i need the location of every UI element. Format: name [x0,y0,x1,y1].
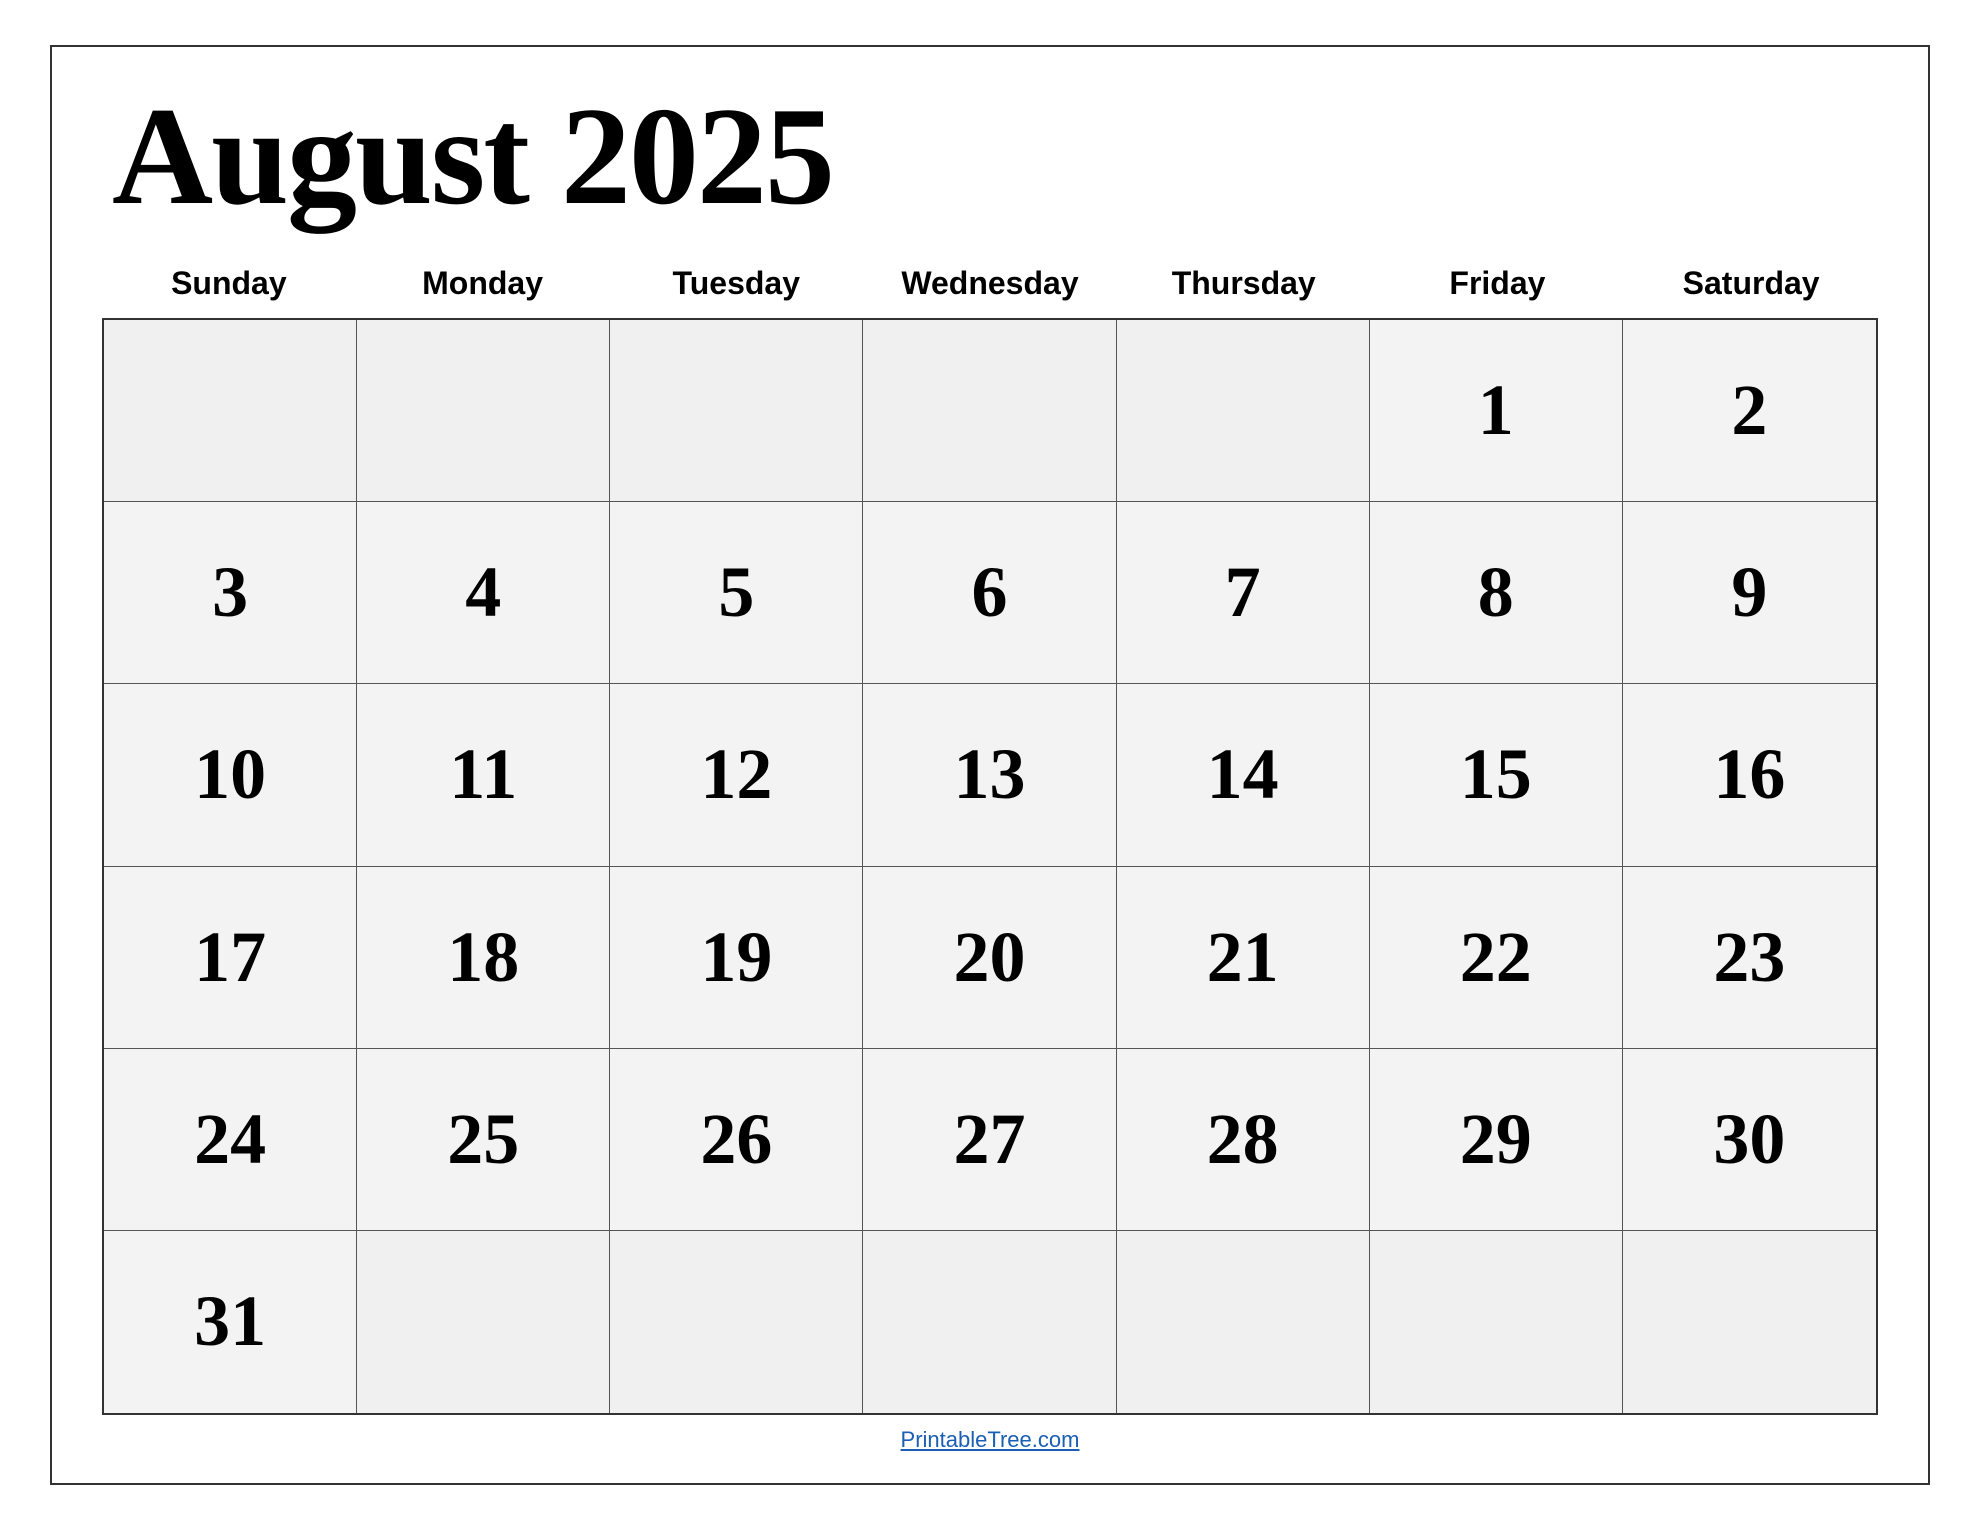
calendar-cell: 27 [863,1049,1116,1230]
calendar-cell: 29 [1370,1049,1623,1230]
calendar-cell: 21 [1117,867,1370,1048]
date-number: 20 [953,916,1025,999]
calendar-cell: 26 [610,1049,863,1230]
calendar-cell: 20 [863,867,1116,1048]
calendar-cell: 13 [863,684,1116,865]
date-number: 2 [1731,369,1767,452]
calendar-cell: 14 [1117,684,1370,865]
day-header-wednesday: Wednesday [863,257,1117,310]
calendar-cell [357,1231,610,1413]
date-number: 16 [1713,733,1785,816]
calendar-cell: 8 [1370,502,1623,683]
calendar-cell [863,1231,1116,1413]
date-number: 12 [700,733,772,816]
date-number: 18 [447,916,519,999]
date-number: 28 [1207,1098,1279,1181]
calendar-cell [357,320,610,501]
calendar-row: 12 [104,320,1876,502]
date-number: 26 [700,1098,772,1181]
date-number: 25 [447,1098,519,1181]
calendar-cell [1117,320,1370,501]
calendar-cell: 4 [357,502,610,683]
calendar-cell: 23 [1623,867,1876,1048]
calendar-cell: 11 [357,684,610,865]
calendar-row: 10 11 12 13 14 15 16 [104,684,1876,866]
date-number: 29 [1460,1098,1532,1181]
calendar-row: 17 18 19 20 21 22 23 [104,867,1876,1049]
calendar-cell: 18 [357,867,610,1048]
date-number: 27 [953,1098,1025,1181]
date-number: 6 [971,551,1007,634]
calendar-cell: 15 [1370,684,1623,865]
calendar-footer[interactable]: PrintableTree.com [102,1427,1878,1453]
date-number: 8 [1478,551,1514,634]
calendar-cell: 9 [1623,502,1876,683]
calendar-grid: SundayMondayTuesdayWednesdayThursdayFrid… [102,257,1878,1415]
calendar-cell [1370,1231,1623,1413]
date-number: 3 [212,551,248,634]
calendar-cell: 12 [610,684,863,865]
date-number: 1 [1478,369,1514,452]
date-number: 15 [1460,733,1532,816]
date-number: 9 [1731,551,1767,634]
day-headers: SundayMondayTuesdayWednesdayThursdayFrid… [102,257,1878,310]
date-number: 21 [1207,916,1279,999]
day-header-tuesday: Tuesday [609,257,863,310]
calendar-cell [104,320,357,501]
calendar-row: 3 4 5 6 7 8 9 [104,502,1876,684]
calendar-cell: 22 [1370,867,1623,1048]
day-header-saturday: Saturday [1624,257,1878,310]
day-header-friday: Friday [1371,257,1625,310]
calendar-cell: 3 [104,502,357,683]
date-number: 22 [1460,916,1532,999]
date-number: 5 [718,551,754,634]
day-header-sunday: Sunday [102,257,356,310]
calendar-cell: 25 [357,1049,610,1230]
calendar-cell [1117,1231,1370,1413]
calendar-cell: 2 [1623,320,1876,501]
date-number: 24 [194,1098,266,1181]
calendar-body: 1234567891011121314151617181920212223242… [102,318,1878,1415]
date-number: 4 [465,551,501,634]
calendar-cell: 6 [863,502,1116,683]
calendar-cell: 16 [1623,684,1876,865]
calendar-row: 24 25 26 27 28 29 30 [104,1049,1876,1231]
calendar-cell: 10 [104,684,357,865]
calendar-cell: 7 [1117,502,1370,683]
date-number: 31 [194,1280,266,1363]
date-number: 14 [1207,733,1279,816]
day-header-thursday: Thursday [1117,257,1371,310]
calendar-cell: 17 [104,867,357,1048]
date-number: 7 [1225,551,1261,634]
date-number: 13 [953,733,1025,816]
calendar-cell [610,1231,863,1413]
calendar-cell [610,320,863,501]
calendar-cell [1623,1231,1876,1413]
date-number: 23 [1713,916,1785,999]
date-number: 10 [194,733,266,816]
calendar-cell: 19 [610,867,863,1048]
calendar-cell: 31 [104,1231,357,1413]
calendar-cell: 28 [1117,1049,1370,1230]
date-number: 30 [1713,1098,1785,1181]
calendar-cell [863,320,1116,501]
calendar-cell: 5 [610,502,863,683]
calendar-title: August 2025 [102,87,1878,227]
calendar-cell: 30 [1623,1049,1876,1230]
calendar-container: August 2025 SundayMondayTuesdayWednesday… [50,45,1930,1485]
day-header-monday: Monday [356,257,610,310]
calendar-row: 31 [104,1231,1876,1413]
calendar-cell: 1 [1370,320,1623,501]
date-number: 17 [194,916,266,999]
date-number: 19 [700,916,772,999]
date-number: 11 [449,733,517,816]
calendar-cell: 24 [104,1049,357,1230]
